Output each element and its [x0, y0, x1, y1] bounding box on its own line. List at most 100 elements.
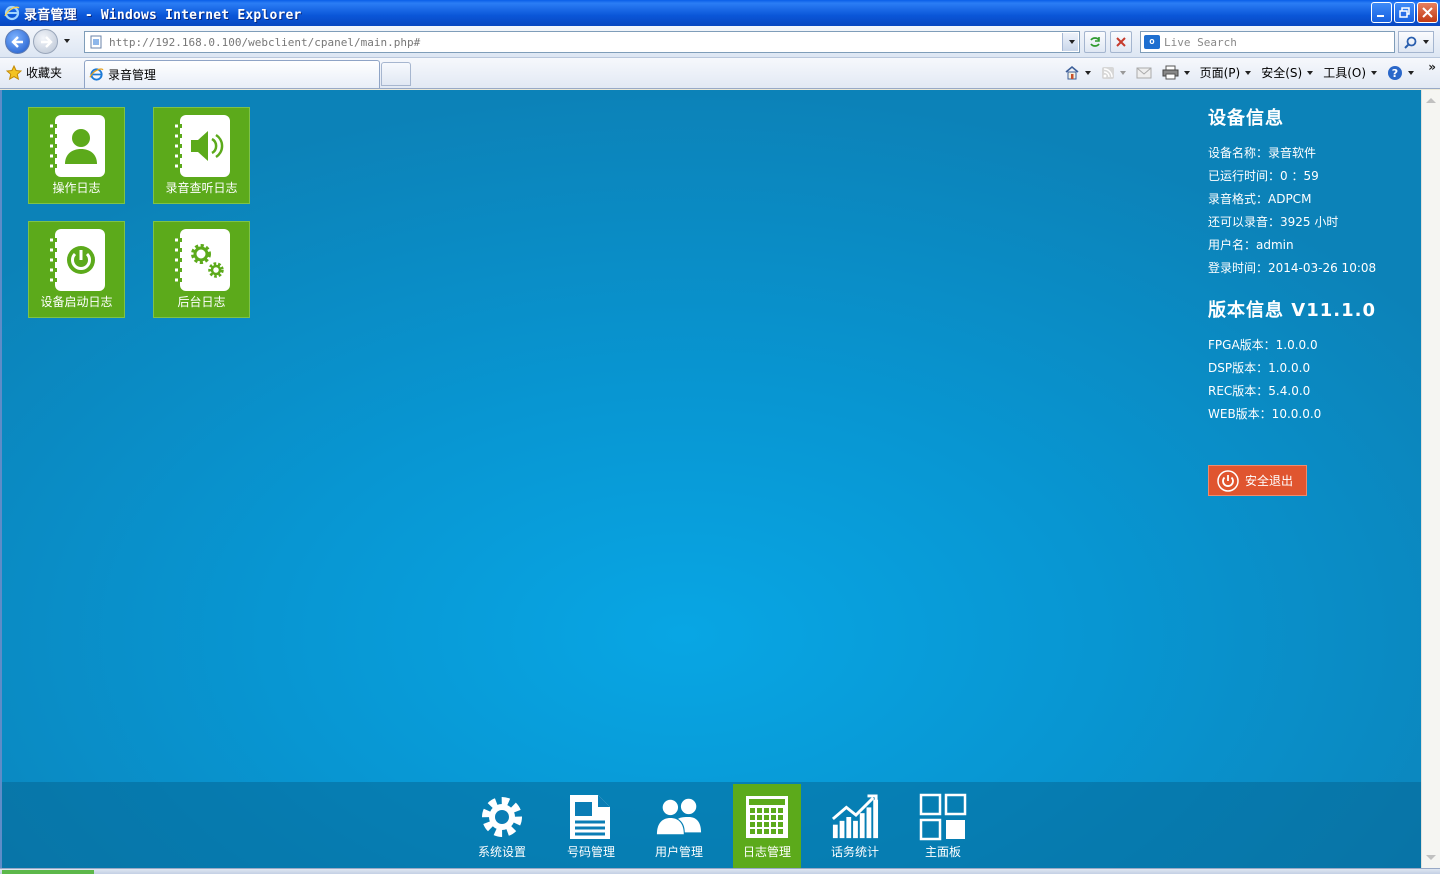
new-tab-button[interactable]	[381, 62, 411, 86]
fpga-version: FPGA版本：1.0.0.0	[1208, 338, 1318, 352]
page-menu[interactable]: 页面(P)	[1200, 64, 1252, 81]
logout-button[interactable]: 安全退出	[1208, 465, 1307, 496]
nav-log-management[interactable]: 日志管理	[733, 784, 801, 868]
stop-button[interactable]	[1110, 31, 1132, 53]
arrow-left-icon	[10, 35, 23, 48]
address-field[interactable]: http://192.168.0.100/webclient/cpanel/ma…	[84, 31, 1080, 53]
mail-icon	[1136, 67, 1152, 78]
restore-icon	[1399, 7, 1410, 18]
chevron-down-icon	[1371, 70, 1377, 75]
mail-button[interactable]	[1136, 67, 1152, 79]
command-bar: 收藏夹 录音管理 页面(P) 安全(S) 工具(O) ? »	[0, 58, 1440, 89]
nav-label: 话务统计	[830, 845, 879, 859]
favorites-label: 收藏夹	[26, 66, 63, 80]
chevron-down-icon	[1068, 40, 1075, 44]
contact-book-icon	[50, 115, 105, 177]
tile-recording-playback-log[interactable]: 录音查听日志	[153, 107, 250, 204]
tools-menu[interactable]: 工具(O)	[1323, 64, 1377, 81]
search-input[interactable]: o Live Search	[1140, 31, 1395, 53]
close-button[interactable]	[1417, 2, 1438, 23]
chevron-down-icon	[1408, 70, 1414, 75]
refresh-button[interactable]	[1084, 31, 1106, 53]
help-icon: ?	[1388, 65, 1402, 80]
uptime: 已运行时间：0 ：59	[1208, 169, 1319, 183]
search-button[interactable]	[1398, 31, 1434, 53]
address-toolbar: http://192.168.0.100/webclient/cpanel/ma…	[0, 26, 1440, 58]
tile-device-startup-log[interactable]: 设备启动日志	[28, 221, 125, 318]
back-button[interactable]	[5, 29, 30, 54]
dashboard-icon	[919, 793, 967, 841]
nav-label: 系统设置	[477, 845, 526, 859]
vertical-scrollbar[interactable]	[1421, 90, 1440, 868]
nav-label: 用户管理	[654, 845, 703, 859]
nav-label: 号码管理	[566, 845, 615, 859]
home-icon	[1065, 65, 1079, 80]
address-url: http://192.168.0.100/webclient/cpanel/ma…	[109, 35, 421, 49]
help-button[interactable]: ?	[1387, 65, 1414, 81]
chevron-down-icon	[1119, 70, 1126, 75]
chevron-down-icon	[64, 39, 70, 43]
tab-title: 录音管理	[108, 68, 157, 82]
live-search-icon: o	[1144, 35, 1160, 49]
restore-button[interactable]	[1394, 2, 1415, 23]
device-info-heading: 设备信息	[1208, 108, 1284, 129]
refresh-icon	[1090, 37, 1100, 47]
chevron-down-icon	[1307, 70, 1314, 75]
favorites-button[interactable]: 收藏夹	[6, 64, 62, 81]
page-menu-label: 页面(P)	[1199, 66, 1241, 80]
arrow-right-icon	[40, 35, 53, 48]
search-icon	[1403, 36, 1416, 49]
minimize-icon	[1377, 15, 1384, 17]
chevron-down-icon	[1183, 70, 1190, 75]
window-titlebar: 录音管理 - Windows Internet Explorer	[0, 0, 1440, 26]
more-commands-icon[interactable]: »	[1428, 60, 1436, 74]
history-dropdown[interactable]	[61, 36, 71, 46]
bottom-nav: 系统设置 号码管理 用户管理 日志管理 话务统计 主面板	[2, 782, 1421, 868]
dsp-version: DSP版本：1.0.0.0	[1208, 361, 1311, 375]
tools-menu-label: 工具(O)	[1323, 66, 1366, 80]
search-placeholder: Live Search	[1164, 35, 1237, 49]
stop-icon	[1116, 37, 1126, 47]
minimize-button[interactable]	[1371, 2, 1392, 23]
home-button[interactable]	[1064, 65, 1091, 80]
forward-button[interactable]	[33, 29, 58, 54]
star-icon	[6, 64, 22, 80]
main-panel: 操作日志 录音查听日志 设备启动日志 后台日志 设备信息 设备名称：录音软件 已…	[0, 90, 1421, 868]
close-icon	[1422, 7, 1433, 18]
nav-number-management[interactable]: 号码管理	[557, 784, 625, 868]
window-title: 录音管理 - Windows Internet Explorer	[24, 7, 302, 23]
feeds-button[interactable]	[1101, 66, 1126, 80]
status-bar	[0, 868, 1440, 874]
nav-system-settings[interactable]: 系统设置	[468, 784, 536, 868]
nav-call-statistics[interactable]: 话务统计	[821, 784, 889, 868]
tile-label: 后台日志	[177, 295, 226, 309]
tile-label: 设备启动日志	[40, 295, 113, 309]
calendar-grid-icon	[746, 796, 788, 838]
tile-operation-log[interactable]: 操作日志	[28, 107, 125, 204]
tile-label: 录音查听日志	[165, 181, 238, 195]
logout-label: 安全退出	[1245, 474, 1294, 488]
nav-label: 主面板	[924, 845, 961, 859]
printer-icon	[1162, 65, 1179, 80]
address-dropdown[interactable]	[1062, 33, 1078, 51]
nav-user-management[interactable]: 用户管理	[645, 784, 713, 868]
web-version: WEB版本：10.0.0.0	[1208, 407, 1322, 421]
rec-version: REC版本：5.4.0.0	[1208, 384, 1311, 398]
ie-page-icon	[89, 68, 104, 81]
safety-menu[interactable]: 安全(S)	[1261, 64, 1314, 81]
nav-label: 日志管理	[742, 845, 791, 859]
scroll-up-icon[interactable]	[1426, 98, 1436, 103]
device-name: 设备名称：录音软件	[1208, 146, 1317, 160]
print-button[interactable]	[1162, 65, 1190, 80]
speaker-book-icon	[175, 115, 230, 177]
users-icon	[656, 798, 702, 835]
info-panel: 设备信息 设备名称：录音软件 已运行时间：0 ：59 录音格式：ADPCM 还可…	[1208, 104, 1376, 426]
power-book-icon	[50, 229, 105, 291]
scroll-down-icon[interactable]	[1426, 855, 1436, 860]
tab-active[interactable]: 录音管理	[84, 60, 380, 88]
tile-backend-log[interactable]: 后台日志	[153, 221, 250, 318]
nav-main-dashboard[interactable]: 主面板	[909, 784, 977, 868]
chevron-down-icon	[1245, 70, 1252, 75]
rss-icon	[1101, 66, 1114, 79]
ie-logo-icon	[4, 5, 20, 21]
